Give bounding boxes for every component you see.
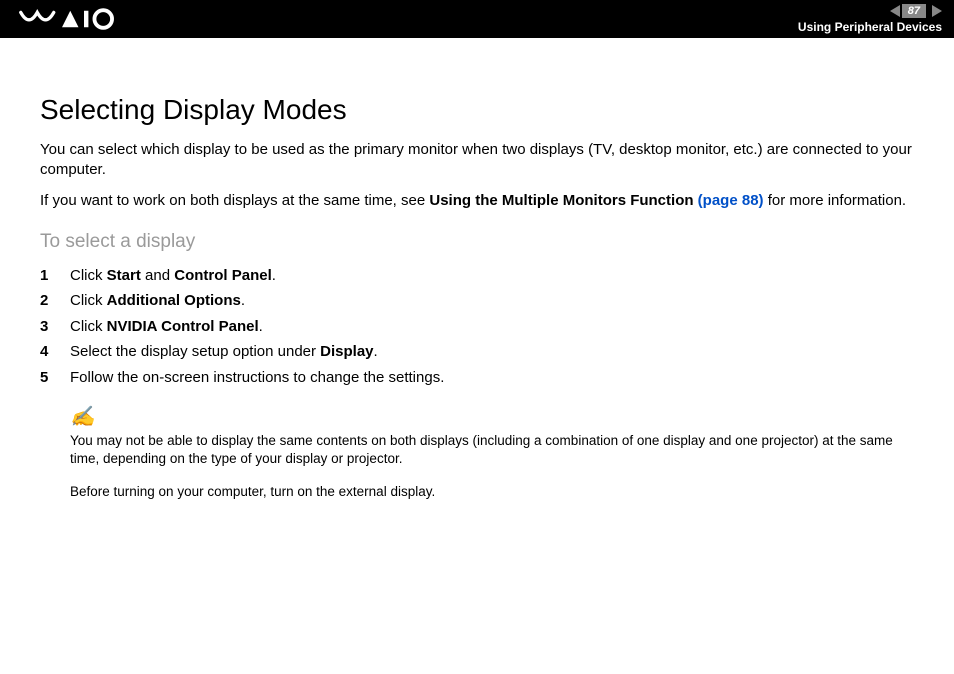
cross-ref-title: Using the Multiple Monitors Function (pa… [429, 192, 763, 209]
page-content: Selecting Display Modes You can select w… [0, 38, 954, 535]
procedure-heading: To select a display [40, 231, 914, 253]
note-text-2: Before turning on your computer, turn on… [70, 483, 914, 501]
page-title: Selecting Display Modes [40, 94, 914, 126]
section-title: Using Peripheral Devices [798, 20, 942, 34]
step-4: Select the display setup option under Di… [40, 339, 914, 365]
text: for more information. [764, 192, 907, 209]
header-right: 87 Using Peripheral Devices [798, 4, 942, 34]
next-page-icon[interactable] [932, 5, 942, 17]
page-link[interactable]: (page 88) [694, 192, 764, 209]
note-text-1: You may not be able to display the same … [70, 432, 914, 468]
text: If you want to work on both displays at … [40, 192, 429, 209]
page-nav: 87 [890, 4, 942, 18]
steps-list: Click Start and Control Panel. Click Add… [40, 263, 914, 391]
step-2: Click Additional Options. [40, 288, 914, 314]
step-3: Click NVIDIA Control Panel. [40, 314, 914, 340]
intro-paragraph-2: If you want to work on both displays at … [40, 191, 914, 211]
note-icon: ✍ [70, 404, 914, 431]
page-number: 87 [902, 4, 926, 18]
step-1: Click Start and Control Panel. [40, 263, 914, 289]
intro-paragraph-1: You can select which display to be used … [40, 140, 914, 181]
step-5: Follow the on-screen instructions to cha… [40, 365, 914, 391]
header-bar: 87 Using Peripheral Devices [0, 0, 954, 38]
note-block: ✍ You may not be able to display the sam… [40, 404, 914, 501]
vaio-logo [18, 8, 128, 30]
prev-page-icon[interactable] [890, 5, 900, 17]
